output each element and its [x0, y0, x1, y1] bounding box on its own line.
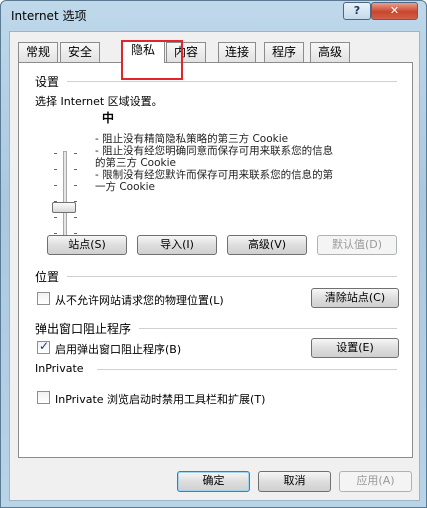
clear-sites-button[interactable]: 清除站点(C): [311, 288, 399, 308]
ok-button[interactable]: 确定: [177, 471, 250, 492]
settings-separator: [67, 81, 397, 82]
popup-group-title: 弹出窗口阻止程序: [35, 322, 132, 336]
popup-settings-button[interactable]: 设置(E): [311, 338, 399, 358]
tab-general[interactable]: 常规: [18, 42, 58, 62]
internet-options-dialog: Internet 选项 ? ✕ 常规 安全 隐私 内容 连接 程序 高级 设置 …: [0, 0, 427, 508]
import-button[interactable]: 导入(I): [137, 235, 217, 255]
apply-button[interactable]: 应用(A): [339, 471, 412, 492]
slider-tick: [54, 153, 57, 154]
slider-thumb[interactable]: [52, 202, 76, 213]
slider-tick: [54, 169, 57, 170]
window-title: Internet 选项: [11, 9, 87, 23]
title-bar[interactable]: Internet 选项 ? ✕: [1, 1, 426, 29]
inprivate-group-title: InPrivate: [35, 362, 84, 375]
slider-tick: [74, 153, 77, 154]
popup-separator: [139, 328, 397, 329]
slider-tick: [54, 217, 57, 218]
location-checkbox-label[interactable]: 从不允许网站请求您的物理位置(L): [55, 292, 224, 308]
tab-connections[interactable]: 连接: [218, 42, 256, 62]
privacy-panel: 设置 选择 Internet 区域设置。 中 - 阻止没有精简隐私策略的第三方 …: [18, 62, 413, 458]
location-group-title: 位置: [35, 270, 60, 284]
popup-checkbox[interactable]: ✓: [37, 339, 50, 354]
tab-advanced[interactable]: 高级: [310, 42, 350, 62]
location-separator: [67, 276, 397, 277]
inprivate-separator: [97, 369, 397, 370]
tab-content[interactable]: 内容: [166, 42, 206, 62]
slider-tick: [74, 217, 77, 218]
tab-programs[interactable]: 程序: [264, 42, 304, 62]
advanced-button[interactable]: 高级(V): [227, 235, 307, 255]
privacy-level-slider[interactable]: [63, 151, 67, 248]
settings-prompt: 选择 Internet 区域设置。: [35, 95, 163, 108]
dialog-body: 常规 安全 隐私 内容 连接 程序 高级 设置 选择 Internet 区域设置…: [9, 31, 420, 501]
slider-tick: [54, 233, 57, 234]
privacy-level-description: - 阻止没有精简隐私策略的第三方 Cookie - 阻止没有经您明确同意而保存可…: [95, 133, 334, 193]
inprivate-checkbox[interactable]: [37, 391, 50, 404]
slider-tick: [74, 169, 77, 170]
slider-tick: [54, 185, 57, 186]
close-button[interactable]: ✕: [371, 2, 418, 20]
help-button[interactable]: ?: [343, 2, 371, 20]
settings-group-title: 设置: [35, 75, 60, 89]
tab-strip: 常规 安全 隐私 内容 连接 程序 高级: [18, 40, 413, 80]
default-button[interactable]: 默认值(D): [317, 235, 397, 255]
tab-security[interactable]: 安全: [60, 42, 100, 62]
inprivate-checkbox-label[interactable]: InPrivate 浏览启动时禁用工具栏和扩展(T): [55, 391, 265, 407]
privacy-level-label: 中: [102, 111, 115, 125]
cancel-button[interactable]: 取消: [258, 471, 331, 492]
slider-tick: [74, 185, 77, 186]
checkmark-icon: ✓: [39, 339, 50, 353]
location-checkbox[interactable]: [37, 292, 50, 305]
sites-button[interactable]: 站点(S): [47, 235, 127, 255]
popup-checkbox-label[interactable]: 启用弹出窗口阻止程序(B): [55, 341, 181, 357]
slider-tick: [74, 233, 77, 234]
tab-privacy[interactable]: 隐私: [121, 40, 165, 63]
